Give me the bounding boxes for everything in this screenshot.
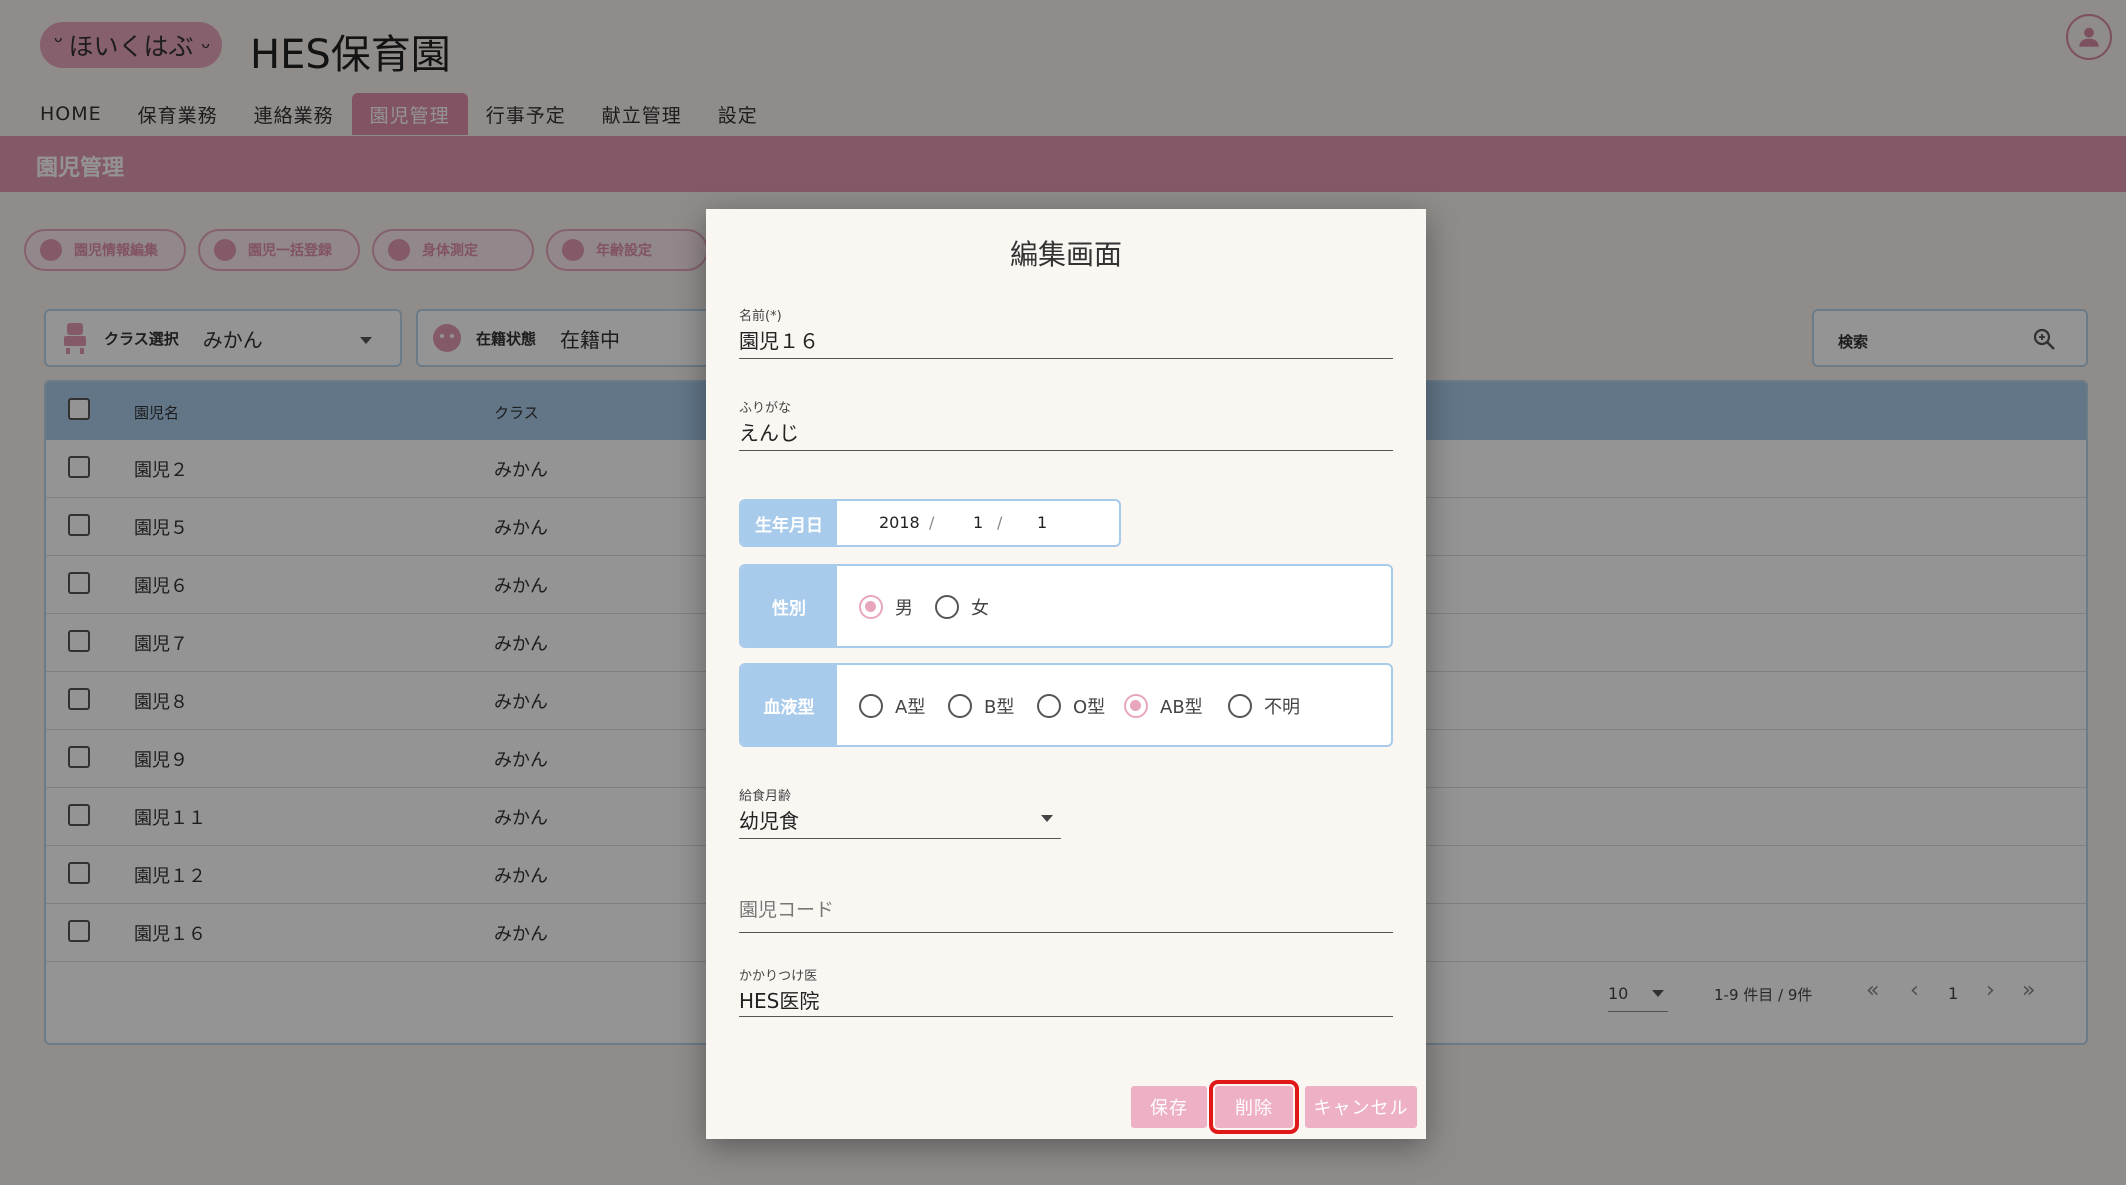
- radio-unselected-icon: [1228, 694, 1252, 718]
- child-code-field[interactable]: 園児コード: [739, 881, 1393, 933]
- blood-ab-radio[interactable]: AB型: [1124, 693, 1203, 719]
- save-button[interactable]: 保存: [1131, 1086, 1207, 1128]
- blood-unknown-radio[interactable]: 不明: [1228, 693, 1300, 719]
- birth-year[interactable]: 2018: [879, 513, 920, 532]
- name-value: 園児１６: [739, 329, 819, 353]
- birthdate-label: 生年月日: [741, 501, 837, 545]
- doctor-label: かかりつけ医: [739, 969, 818, 984]
- radio-unselected-icon: [948, 694, 972, 718]
- radio-unselected-icon: [1037, 694, 1061, 718]
- blood-a-radio[interactable]: A型: [859, 693, 925, 719]
- doctor-field[interactable]: かかりつけ医 HES医院: [739, 965, 1393, 1017]
- blood-type-group: 血液型 A型 B型 O型 AB型 不明: [739, 663, 1393, 747]
- blood-b-label: B型: [984, 697, 1015, 718]
- meal-age-value: 幼児食: [739, 809, 799, 833]
- dialog-title: 編集画面: [1009, 238, 1122, 271]
- gender-female-label: 女: [971, 598, 989, 619]
- birth-day[interactable]: 1: [1037, 513, 1047, 532]
- radio-selected-icon: [859, 595, 883, 619]
- gender-group: 性別 男 女: [739, 564, 1393, 648]
- kana-value: えんじ: [739, 421, 799, 445]
- blood-o-radio[interactable]: O型: [1037, 693, 1105, 719]
- radio-selected-icon: [1124, 694, 1148, 718]
- chevron-down-icon: [1041, 815, 1053, 822]
- gender-female-radio[interactable]: 女: [935, 594, 989, 620]
- birth-month[interactable]: 1: [973, 513, 983, 532]
- edit-dialog: 編集画面 名前(*) 園児１６ ふりがな えんじ 生年月日 2018 / 1 /…: [706, 209, 1426, 1139]
- blood-b-radio[interactable]: B型: [948, 693, 1014, 719]
- date-separator: /: [997, 513, 1003, 532]
- radio-unselected-icon: [935, 595, 959, 619]
- cancel-button[interactable]: キャンセル: [1305, 1086, 1417, 1128]
- blood-o-label: O型: [1073, 697, 1106, 718]
- delete-button[interactable]: 削除: [1209, 1080, 1299, 1134]
- birthdate-field[interactable]: 生年月日 2018 / 1 / 1: [739, 499, 1121, 547]
- kana-label: ふりがな: [739, 401, 792, 416]
- blood-unknown-label: 不明: [1264, 697, 1300, 718]
- meal-age-label: 給食月齢: [739, 789, 792, 804]
- gender-male-radio[interactable]: 男: [859, 594, 913, 620]
- blood-ab-label: AB型: [1160, 697, 1203, 718]
- name-label: 名前(*): [739, 309, 782, 324]
- gender-label: 性別: [741, 566, 837, 646]
- doctor-value: HES医院: [739, 989, 820, 1013]
- kana-field[interactable]: ふりがな えんじ: [739, 397, 1393, 451]
- gender-male-label: 男: [895, 598, 913, 619]
- date-separator: /: [929, 513, 935, 532]
- meal-age-select[interactable]: 給食月齢 幼児食: [739, 781, 1061, 839]
- blood-a-label: A型: [895, 697, 926, 718]
- blood-type-label: 血液型: [741, 665, 837, 745]
- radio-unselected-icon: [859, 694, 883, 718]
- name-field[interactable]: 名前(*) 園児１６: [739, 305, 1393, 359]
- child-code-placeholder: 園児コード: [739, 899, 835, 921]
